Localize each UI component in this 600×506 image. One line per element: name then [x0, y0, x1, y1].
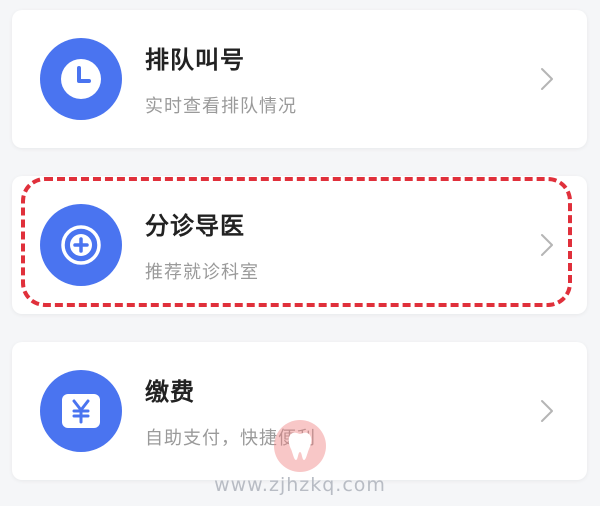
- payment-title: 缴费: [145, 378, 195, 406]
- triage-title: 分诊导医: [145, 212, 245, 240]
- queue-subtitle: 实时查看排队情况: [145, 96, 297, 117]
- queue-card[interactable]: 排队叫号 实时查看排队情况: [12, 10, 587, 148]
- chevron-right-icon: [535, 397, 559, 425]
- clock-icon: [40, 38, 122, 120]
- chevron-right-icon: [535, 65, 559, 93]
- watermark-text: www.zjhzkq.com: [214, 474, 386, 496]
- queue-title: 排队叫号: [145, 46, 245, 74]
- chevron-right-icon: [535, 231, 559, 259]
- tooth-logo-icon: [274, 420, 326, 472]
- triage-card[interactable]: 分诊导医 推荐就诊科室: [12, 176, 587, 314]
- plus-circle-icon: [40, 204, 122, 286]
- triage-subtitle: 推荐就诊科室: [145, 262, 259, 283]
- yuan-icon: [40, 370, 122, 452]
